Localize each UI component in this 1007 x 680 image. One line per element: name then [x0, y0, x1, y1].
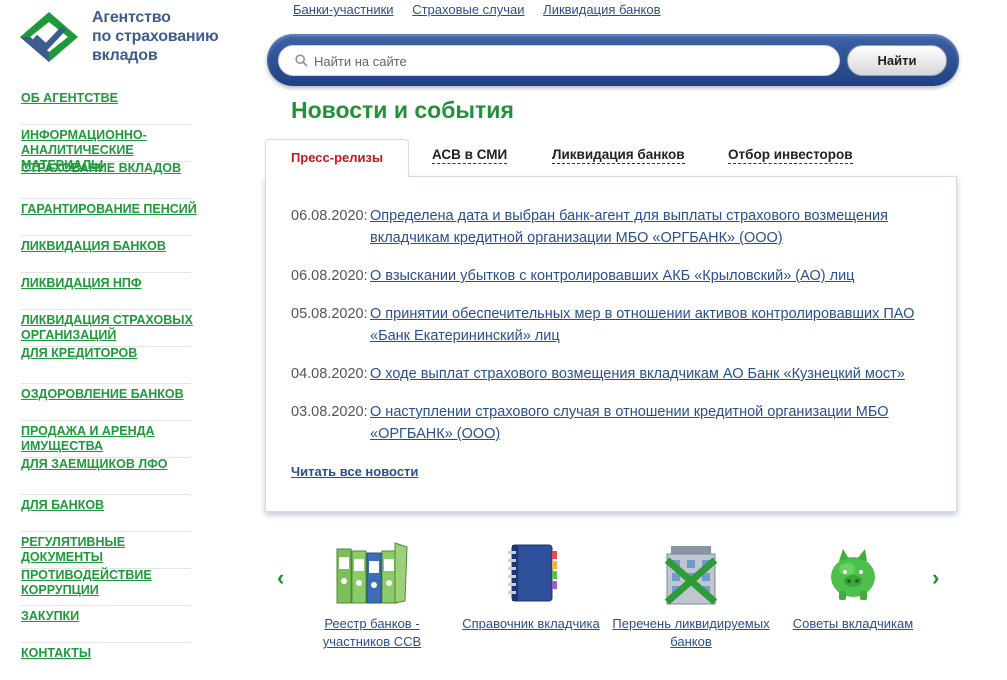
- tab-bank-liquidation[interactable]: Ликвидация банков: [552, 147, 685, 164]
- news-link[interactable]: О принятии обеспечительных мер в отношен…: [370, 303, 940, 347]
- sidebar-item: ОБ АГЕНТСТВЕ: [21, 88, 191, 125]
- news-date: 04.08.2020:: [291, 366, 368, 382]
- carousel-item-label[interactable]: Перечень ликвидируемых банков: [611, 615, 771, 651]
- sidebar-item: ОЗДОРОВЛЕНИЕ БАНКОВ: [21, 384, 191, 421]
- news-tabs: Пресс-релизы АСВ в СМИ Ликвидация банков…: [265, 139, 957, 177]
- sidebar-item: ЛИКВИДАЦИЯ СТРАХОВЫХ ОРГАНИЗАЦИЙ: [21, 310, 193, 347]
- tab-investor-selection[interactable]: Отбор инвесторов: [728, 147, 853, 164]
- site-logo[interactable]: Агентство по страхованию вкладов: [18, 8, 248, 68]
- sidebar-item: ДЛЯ БАНКОВ: [21, 495, 191, 532]
- sidebar-item: ПРОДАЖА И АРЕНДА ИМУЩЕСТВА: [21, 421, 191, 458]
- search-icon: [295, 54, 308, 67]
- page-title: Новости и события: [291, 97, 514, 123]
- news-link[interactable]: О взыскании убытков с контролировавших А…: [370, 265, 940, 287]
- sidebar-item: ДЛЯ ЗАЕМЩИКОВ ЛФО: [21, 457, 191, 495]
- sidebar-item-borrowers[interactable]: ДЛЯ ЗАЕМЩИКОВ ЛФО: [21, 457, 211, 472]
- news-date: 05.08.2020:: [291, 306, 368, 322]
- news-item: 04.08.2020: О ходе выплат страхового воз…: [291, 363, 941, 385]
- sidebar-nav: ОБ АГЕНТСТВЕ ИНФОРМАЦИОННО- АНАЛИТИЧЕСКИ…: [21, 88, 197, 680]
- piggy-bank-icon: [831, 549, 875, 600]
- sidebar-item: СТРАХОВАНИЕ ВКЛАДОВ: [21, 161, 191, 199]
- carousel-item-label[interactable]: Справочник вкладчика: [451, 615, 611, 633]
- news-panel: 06.08.2020: Определена дата и выбран бан…: [265, 176, 957, 512]
- sidebar-item-anticorruption[interactable]: ПРОТИВОДЕЙСТВИЕ КОРРУПЦИИ: [21, 568, 211, 598]
- tab-press-releases[interactable]: Пресс-релизы: [265, 139, 409, 177]
- search-bar: Найти: [267, 34, 959, 86]
- tab-media[interactable]: АСВ в СМИ: [432, 147, 508, 164]
- sidebar-item: ЛИКВИДАЦИЯ НПФ: [21, 273, 191, 310]
- sidebar-item: КОНТАКТЫ: [21, 643, 191, 680]
- top-link-insurance-cases[interactable]: Страховые случаи: [412, 2, 524, 17]
- sidebar-item-insurance-liquidation[interactable]: ЛИКВИДАЦИЯ СТРАХОВЫХ ОРГАНИЗАЦИЙ: [21, 313, 211, 343]
- search-button[interactable]: Найти: [847, 45, 947, 76]
- sidebar-item-creditors[interactable]: ДЛЯ КРЕДИТОРОВ: [21, 346, 211, 361]
- news-link[interactable]: Определена дата и выбран банк-агент для …: [370, 205, 940, 249]
- sidebar-item: ИНФОРМАЦИОННО- АНАЛИТИЧЕСКИЕ МАТЕРИАЛЫ: [21, 125, 191, 172]
- news-link[interactable]: О ходе выплат страхового возмещения вкла…: [370, 363, 940, 385]
- sidebar-item: РЕГУЛЯТИВНЫЕ ДОКУМЕНТЫ: [21, 532, 191, 569]
- sidebar-item-bank-recovery[interactable]: ОЗДОРОВЛЕНИЕ БАНКОВ: [21, 387, 211, 402]
- sidebar-item-about[interactable]: ОБ АГЕНТСТВЕ: [21, 91, 211, 106]
- news-item: 06.08.2020: О взыскании убытков с контро…: [291, 265, 941, 287]
- notebook-icon: [508, 544, 557, 602]
- news-date: 06.08.2020:: [291, 208, 368, 224]
- sidebar-item: ГАРАНТИРОВАНИЕ ПЕНСИЙ: [21, 199, 197, 236]
- sidebar-item-bank-liquidation[interactable]: ЛИКВИДАЦИЯ БАНКОВ: [21, 239, 211, 254]
- sidebar-item-property-sale[interactable]: ПРОДАЖА И АРЕНДА ИМУЩЕСТВА: [21, 424, 211, 454]
- search-input[interactable]: [312, 49, 812, 73]
- search-field: [278, 45, 840, 76]
- asv-logo-icon: [20, 12, 78, 62]
- binders-icon: [336, 542, 408, 604]
- top-link-bank-liquidation[interactable]: Ликвидация банков: [543, 2, 660, 17]
- sidebar-item-deposit-insurance[interactable]: СТРАХОВАНИЕ ВКЛАДОВ: [21, 161, 211, 176]
- carousel-item-bank-registry[interactable]: Реестр банков - участников ССВ: [292, 535, 452, 651]
- closed-bank-icon: [664, 546, 718, 605]
- news-item: 05.08.2020: О принятии обеспечительных м…: [291, 303, 941, 347]
- news-item: 06.08.2020: Определена дата и выбран бан…: [291, 205, 941, 249]
- quick-links-carousel: ‹ Реестр банков - участников ССВ Справоч…: [265, 535, 965, 654]
- logo-text-line: Агентство: [92, 9, 171, 26]
- top-links: Банки-участники Страховые случаи Ликвида…: [293, 2, 676, 17]
- sidebar-item: ЗАКУПКИ: [21, 606, 191, 643]
- news-link[interactable]: О наступлении страхового случая в отноше…: [370, 401, 940, 445]
- sidebar-item-pensions[interactable]: ГАРАНТИРОВАНИЕ ПЕНСИЙ: [21, 202, 211, 217]
- carousel-item-depositor-tips[interactable]: Советы вкладчикам: [773, 535, 933, 633]
- news-date: 03.08.2020:: [291, 404, 368, 420]
- news-item: 03.08.2020: О наступлении страхового слу…: [291, 401, 941, 445]
- sidebar-item-regulations[interactable]: РЕГУЛЯТИВНЫЕ ДОКУМЕНТЫ: [21, 535, 211, 565]
- sidebar-item: ПРОТИВОДЕЙСТВИЕ КОРРУПЦИИ: [21, 568, 191, 606]
- sidebar-item-procurement[interactable]: ЗАКУПКИ: [21, 609, 211, 624]
- sidebar-item: ЛИКВИДАЦИЯ БАНКОВ: [21, 236, 191, 273]
- sidebar-item-for-banks[interactable]: ДЛЯ БАНКОВ: [21, 498, 211, 513]
- chevron-right-icon[interactable]: ›: [932, 565, 939, 591]
- carousel-item-label[interactable]: Советы вкладчикам: [773, 615, 933, 633]
- carousel-item-depositor-guide[interactable]: Справочник вкладчика: [451, 535, 611, 633]
- carousel-item-label[interactable]: Реестр банков - участников ССВ: [292, 615, 452, 651]
- news-date: 06.08.2020:: [291, 268, 368, 284]
- news-list: 06.08.2020: Определена дата и выбран бан…: [291, 205, 941, 461]
- chevron-left-icon[interactable]: ‹: [277, 565, 284, 591]
- logo-text-line: по страхованию: [92, 28, 219, 45]
- logo-text-line: вкладов: [92, 47, 158, 64]
- read-all-news-link[interactable]: Читать все новости: [291, 464, 418, 479]
- carousel-item-liquidated-banks[interactable]: Перечень ликвидируемых банков: [611, 535, 771, 651]
- sidebar-item: ДЛЯ КРЕДИТОРОВ: [21, 346, 191, 384]
- sidebar-item-npf-liquidation[interactable]: ЛИКВИДАЦИЯ НПФ: [21, 276, 211, 291]
- top-link-member-banks[interactable]: Банки-участники: [293, 2, 394, 17]
